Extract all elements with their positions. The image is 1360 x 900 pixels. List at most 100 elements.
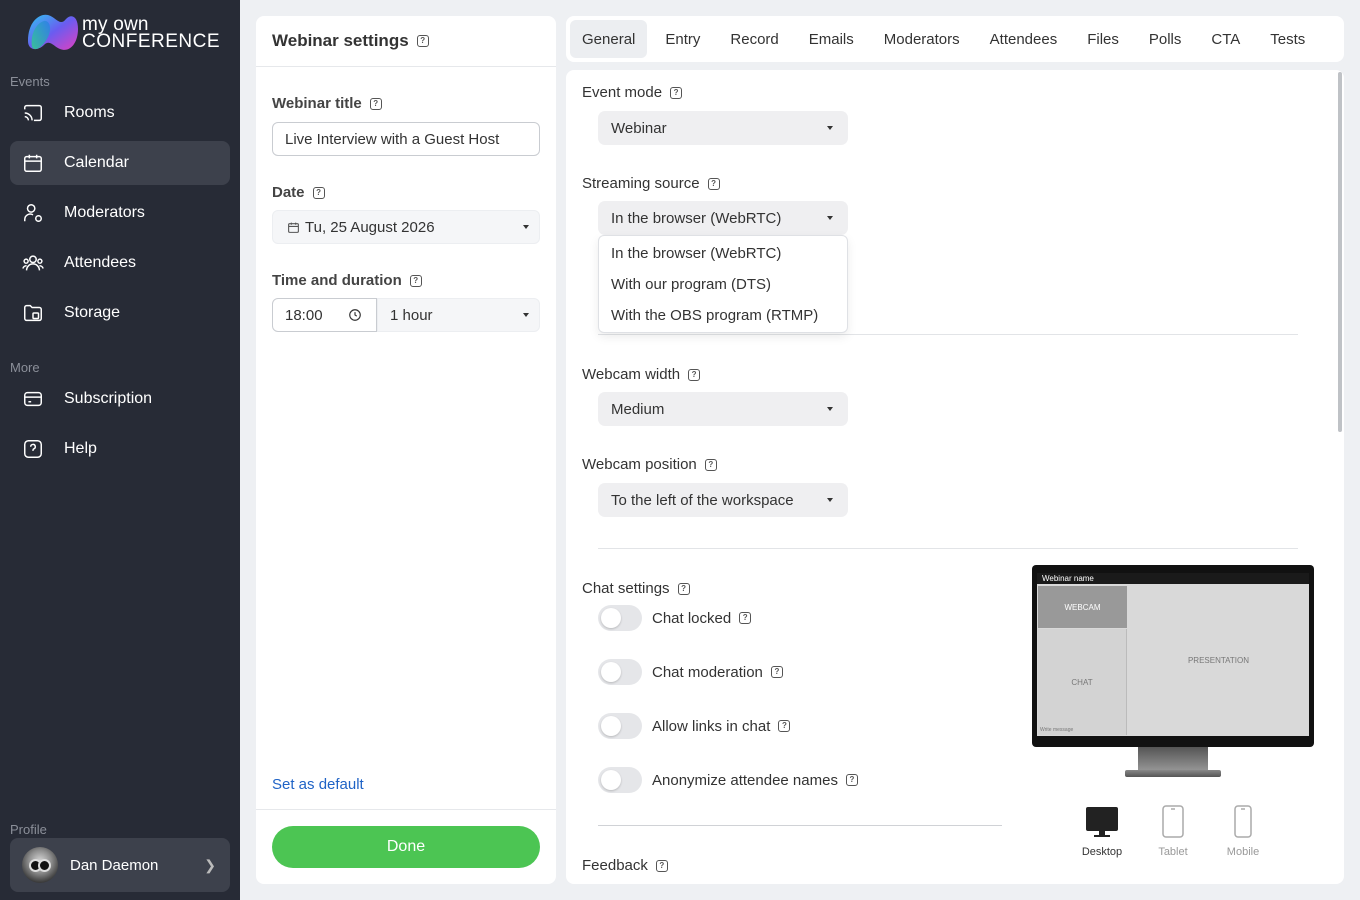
tab-polls[interactable]: Polls xyxy=(1137,20,1194,58)
sidebar-item-label: Subscription xyxy=(64,390,153,407)
preview-write-message: Write message xyxy=(1040,727,1074,733)
monitor-stand xyxy=(1138,747,1208,772)
caret-down-icon xyxy=(827,407,833,411)
clock-icon xyxy=(348,308,362,322)
sidebar-item-help[interactable]: Help xyxy=(10,427,230,471)
preview-presentation: PRESENTATION xyxy=(1128,586,1309,735)
sidebar: my own CONFERENCE Events Rooms Calendar … xyxy=(0,0,240,900)
tablet-icon xyxy=(1155,805,1191,846)
device-label: Mobile xyxy=(1226,846,1260,858)
tab-files[interactable]: Files xyxy=(1075,20,1131,58)
streaming-source-select[interactable]: In the browser (WebRTC) xyxy=(598,201,848,235)
help-icon[interactable]: ? xyxy=(688,368,701,381)
webinar-title-input[interactable]: Live Interview with a Guest Host xyxy=(272,122,540,156)
option-webrtc[interactable]: In the browser (WebRTC) xyxy=(599,238,847,269)
preview-chat-label: CHAT xyxy=(1071,677,1093,687)
tab-record[interactable]: Record xyxy=(718,20,790,58)
footer-divider xyxy=(256,809,556,810)
help-icon[interactable]: ? xyxy=(369,97,382,110)
scrollbar[interactable] xyxy=(1338,72,1342,432)
tab-entry[interactable]: Entry xyxy=(653,20,712,58)
profile-button[interactable]: Dan Daemon ❯ xyxy=(10,838,230,892)
tab-attendees[interactable]: Attendees xyxy=(978,20,1070,58)
tab-tests[interactable]: Tests xyxy=(1258,20,1317,58)
sidebar-item-moderators[interactable]: Moderators xyxy=(10,191,230,235)
device-desktop[interactable]: Desktop xyxy=(1072,805,1132,858)
chat-moderation-toggle[interactable] xyxy=(598,659,642,685)
webinar-settings-panel: Webinar settings ? Webinar title ? Live … xyxy=(256,16,556,884)
sidebar-item-label: Moderators xyxy=(64,204,145,221)
duration-select[interactable]: 1 hour xyxy=(377,298,540,332)
panel-title: Webinar settings xyxy=(272,31,409,50)
settings-tabs: General Entry Record Emails Moderators A… xyxy=(566,16,1344,62)
webcam-position-value: To the left of the workspace xyxy=(611,491,794,509)
preview-chat: CHAT Write message xyxy=(1038,629,1127,735)
sidebar-item-attendees[interactable]: Attendees xyxy=(10,241,230,285)
chat-settings-label: Chat settings xyxy=(582,580,670,597)
desktop-icon xyxy=(1084,805,1120,846)
sidebar-item-rooms[interactable]: Rooms xyxy=(10,91,230,135)
help-icon[interactable]: ? xyxy=(707,177,720,190)
tab-moderators[interactable]: Moderators xyxy=(872,20,972,58)
sidebar-item-subscription[interactable]: Subscription xyxy=(10,377,230,421)
help-icon[interactable]: ? xyxy=(416,35,429,47)
date-label: Date xyxy=(272,184,305,201)
sidebar-item-label: Rooms xyxy=(64,104,115,121)
help-icon[interactable]: ? xyxy=(770,666,783,678)
help-icon[interactable]: ? xyxy=(670,86,683,99)
help-icon[interactable]: ? xyxy=(845,774,858,786)
help-icon[interactable]: ? xyxy=(704,458,717,471)
cast-icon xyxy=(22,102,44,124)
webinar-title-label: Webinar title xyxy=(272,95,362,112)
option-dts[interactable]: With our program (DTS) xyxy=(599,269,847,300)
section-divider xyxy=(598,825,1002,826)
time-duration-label: Time and duration xyxy=(272,272,402,289)
preview-screen: Webinar name WEBCAM CHAT Write message P… xyxy=(1037,573,1309,736)
toggle-row-anonymize: Anonymize attendee names ? xyxy=(598,767,858,793)
tab-cta[interactable]: CTA xyxy=(1199,20,1252,58)
time-input[interactable]: 18:00 xyxy=(272,298,377,332)
help-icon[interactable]: ? xyxy=(778,720,791,732)
webcam-position-select[interactable]: To the left of the workspace xyxy=(598,483,848,517)
help-icon[interactable]: ? xyxy=(409,274,422,287)
tab-emails[interactable]: Emails xyxy=(797,20,866,58)
allow-links-toggle[interactable] xyxy=(598,713,642,739)
mobile-icon xyxy=(1225,805,1261,846)
help-icon[interactable]: ? xyxy=(655,859,668,872)
anonymize-names-toggle[interactable] xyxy=(598,767,642,793)
preview-webcam: WEBCAM xyxy=(1038,586,1127,628)
duration-value: 1 hour xyxy=(390,306,433,324)
streaming-source-value: In the browser (WebRTC) xyxy=(611,209,782,227)
webcam-position-label: Webcam position xyxy=(582,456,697,473)
toggle-row-allow-links: Allow links in chat ? xyxy=(598,713,791,739)
webcam-width-select[interactable]: Medium xyxy=(598,392,848,426)
sidebar-item-storage[interactable]: Storage xyxy=(10,291,230,335)
tab-general[interactable]: General xyxy=(570,20,648,58)
sidebar-item-calendar[interactable]: Calendar xyxy=(10,141,230,185)
help-icon[interactable]: ? xyxy=(677,582,690,595)
caret-down-icon xyxy=(523,313,529,317)
help-icon[interactable]: ? xyxy=(312,186,325,199)
toggle-label: Chat locked xyxy=(652,609,732,627)
section-events-label: Events xyxy=(10,74,50,89)
brand-logo[interactable]: my own CONFERENCE xyxy=(26,10,226,56)
feedback-label: Feedback xyxy=(582,857,648,874)
toggle-row-chat-moderation: Chat moderation ? xyxy=(598,659,783,685)
time-value: 18:00 xyxy=(285,306,323,324)
help-icon xyxy=(22,438,44,460)
device-tablet[interactable]: Tablet xyxy=(1143,805,1203,858)
webcam-width-label: Webcam width xyxy=(582,366,681,383)
logo-mark-icon xyxy=(26,11,80,55)
chat-locked-toggle[interactable] xyxy=(598,605,642,631)
set-as-default-link[interactable]: Set as default xyxy=(272,776,364,793)
help-icon[interactable]: ? xyxy=(739,612,752,624)
brand-line2: CONFERENCE xyxy=(82,31,221,52)
device-mobile[interactable]: Mobile xyxy=(1213,805,1273,858)
event-mode-select[interactable]: Webinar xyxy=(598,111,848,145)
caret-down-icon xyxy=(827,498,833,502)
date-select[interactable]: Tu, 25 August 2026 xyxy=(272,210,540,244)
streaming-source-label: Streaming source xyxy=(582,175,700,192)
option-rtmp[interactable]: With the OBS program (RTMP) xyxy=(599,300,847,331)
done-button[interactable]: Done xyxy=(272,826,540,868)
wallet-icon xyxy=(22,388,44,410)
